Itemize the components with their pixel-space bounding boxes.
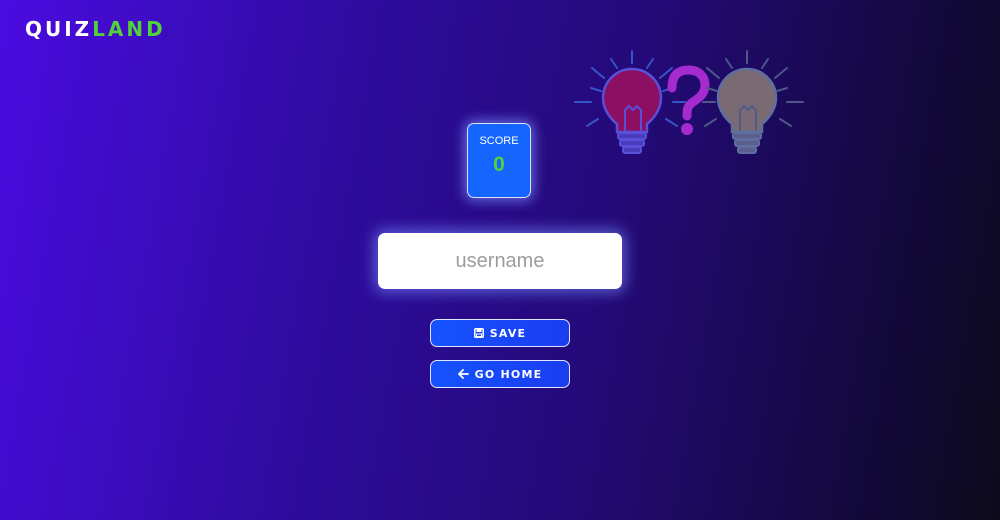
logo-text-quiz: QUIZ [25,17,93,41]
score-card: SCORE 0 [467,123,531,198]
go-home-button[interactable]: GO HOME [430,360,570,388]
save-button-label: SAVE [489,326,527,340]
save-button[interactable]: SAVE [430,319,570,347]
username-input[interactable] [378,233,622,289]
go-home-button-label: GO HOME [474,367,543,381]
logo-text-land: LAND [92,17,166,41]
right-lightbulb-icon [702,50,804,154]
score-value: 0 [493,153,505,176]
question-mark-icon [667,65,710,121]
lightbulbs-question-illustration [574,50,804,154]
question-mark-dot [681,123,693,135]
left-lightbulb-icon [574,50,686,154]
arrow-left-icon [457,369,469,379]
app-logo[interactable]: QUIZLAND [25,17,166,41]
floppy-disk-icon [473,328,484,338]
score-label: SCORE [479,135,519,147]
